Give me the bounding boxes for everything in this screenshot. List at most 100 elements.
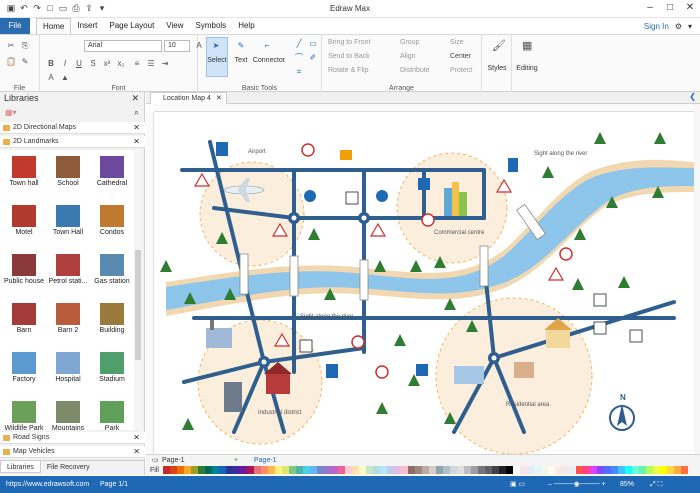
library-item[interactable]: Building xyxy=(90,303,134,334)
color-swatch[interactable] xyxy=(316,466,324,474)
color-swatch[interactable] xyxy=(323,466,331,474)
library-item[interactable]: Town Hall xyxy=(46,205,90,236)
section-close-icon[interactable]: ✕ xyxy=(133,446,140,458)
library-item[interactable]: Public house xyxy=(2,254,46,285)
color-swatch[interactable] xyxy=(659,466,667,474)
sign-in-link[interactable]: Sign In xyxy=(644,22,669,31)
color-swatch[interactable] xyxy=(428,466,436,474)
color-swatch[interactable] xyxy=(435,466,443,474)
rectangle-icon[interactable]: ▭ xyxy=(308,39,318,49)
library-section-2d-landmarks[interactable]: 2D Landmarks ✕ xyxy=(0,136,145,148)
library-item[interactable]: Motel xyxy=(2,205,46,236)
library-section-map-vehicles[interactable]: Map Vehicles ✕ xyxy=(0,446,145,458)
color-swatch[interactable] xyxy=(645,466,653,474)
editing-button[interactable]: Editing xyxy=(514,65,540,72)
color-swatch[interactable] xyxy=(295,466,303,474)
color-swatch[interactable] xyxy=(540,466,548,474)
text-tool-button[interactable]: Text xyxy=(228,57,254,64)
color-swatch[interactable] xyxy=(575,466,583,474)
italic-button[interactable]: I xyxy=(60,59,70,69)
connector-icon[interactable]: ⌐ xyxy=(262,41,272,51)
zoom-slider[interactable]: – ────◉──── + xyxy=(548,476,606,493)
color-swatch[interactable] xyxy=(666,466,674,474)
color-swatch[interactable] xyxy=(337,466,345,474)
color-swatch[interactable] xyxy=(512,466,520,474)
library-item[interactable]: Barn 2 xyxy=(46,303,90,334)
font-color-icon[interactable]: A xyxy=(46,73,56,83)
color-swatch[interactable] xyxy=(477,466,485,474)
library-item[interactable]: Town hall xyxy=(2,156,46,187)
library-section-road-signs[interactable]: Road Signs ✕ xyxy=(0,432,145,444)
tab-help[interactable]: Help xyxy=(232,18,260,35)
color-swatch[interactable] xyxy=(309,466,317,474)
protect-button[interactable]: Protect xyxy=(450,67,472,74)
line-icon[interactable]: ╱ xyxy=(294,39,304,49)
library-item[interactable]: Cathedral xyxy=(90,156,134,187)
color-swatch[interactable] xyxy=(589,466,597,474)
color-swatch[interactable] xyxy=(365,466,373,474)
library-item[interactable]: Barn xyxy=(2,303,46,334)
color-swatch[interactable] xyxy=(568,466,576,474)
color-swatch[interactable] xyxy=(484,466,492,474)
color-swatch[interactable] xyxy=(386,466,394,474)
color-swatch[interactable] xyxy=(638,466,646,474)
library-item[interactable]: Mountains xyxy=(46,401,90,430)
color-swatch[interactable] xyxy=(582,466,590,474)
bullets-icon[interactable]: ☰ xyxy=(146,59,156,69)
curve-icon[interactable]: ⌒ xyxy=(294,53,304,63)
align-button[interactable]: Align xyxy=(400,53,416,60)
location-map-canvas[interactable]: Airport Sight along the river Commercial… xyxy=(154,112,694,454)
library-item[interactable]: Park xyxy=(90,401,134,430)
tab-symbols[interactable]: Symbols xyxy=(190,18,233,35)
color-swatch[interactable] xyxy=(631,466,639,474)
library-item[interactable]: Wildlife Park xyxy=(2,401,46,430)
color-swatch[interactable] xyxy=(400,466,408,474)
section-close-icon[interactable]: ✕ xyxy=(133,122,140,134)
color-swatch[interactable] xyxy=(561,466,569,474)
color-swatch[interactable] xyxy=(603,466,611,474)
file-recovery-tab[interactable]: File Recovery xyxy=(41,461,96,473)
color-swatch[interactable] xyxy=(211,466,219,474)
color-swatch[interactable] xyxy=(288,466,296,474)
expand-icon[interactable]: ▾ xyxy=(688,22,692,31)
color-swatch[interactable] xyxy=(449,466,457,474)
color-swatch[interactable] xyxy=(456,466,464,474)
strikethrough-button[interactable]: S xyxy=(88,59,98,69)
color-swatch[interactable] xyxy=(673,466,681,474)
color-swatch[interactable] xyxy=(232,466,240,474)
color-swatch[interactable] xyxy=(617,466,625,474)
color-swatch[interactable] xyxy=(421,466,429,474)
color-swatch[interactable] xyxy=(463,466,471,474)
color-swatch[interactable] xyxy=(652,466,660,474)
color-swatch[interactable] xyxy=(505,466,513,474)
library-section-2d-directional-maps[interactable]: 2D Directional Maps ✕ xyxy=(0,122,145,134)
format-painter-icon[interactable]: ✎ xyxy=(20,57,30,67)
tab-insert[interactable]: Insert xyxy=(71,18,103,35)
superscript-button[interactable]: x² xyxy=(102,59,112,69)
website-link[interactable]: https://www.edrawsoft.com xyxy=(6,476,89,493)
libraries-tab[interactable]: Libraries xyxy=(0,461,41,473)
center-button[interactable]: Center xyxy=(450,53,471,60)
color-swatch[interactable] xyxy=(197,466,205,474)
color-swatch[interactable] xyxy=(610,466,618,474)
color-swatch[interactable] xyxy=(253,466,261,474)
color-swatch[interactable] xyxy=(547,466,555,474)
color-swatch[interactable] xyxy=(358,466,366,474)
document-tab[interactable]: Location Map 4 ✕ xyxy=(150,92,227,104)
align-left-icon[interactable]: ≡ xyxy=(132,59,142,69)
tab-page-layout[interactable]: Page Layout xyxy=(103,18,160,35)
cut-icon[interactable]: ✂ xyxy=(6,41,16,51)
tab-view[interactable]: View xyxy=(160,18,189,35)
color-swatch[interactable] xyxy=(281,466,289,474)
highlight-icon[interactable]: ▲ xyxy=(60,73,70,83)
collapse-panel-icon[interactable]: ❮ xyxy=(689,92,696,101)
color-swatch[interactable] xyxy=(533,466,541,474)
pencil-icon[interactable]: ✐ xyxy=(308,53,318,63)
color-swatch[interactable] xyxy=(351,466,359,474)
group-button[interactable]: Group xyxy=(400,39,419,46)
libraries-scrollbar[interactable] xyxy=(134,150,142,430)
minimize-button[interactable]: – xyxy=(644,2,656,14)
color-swatch[interactable] xyxy=(554,466,562,474)
color-swatch[interactable] xyxy=(169,466,177,474)
bring-to-front-button[interactable]: Bring to Front xyxy=(328,39,370,46)
